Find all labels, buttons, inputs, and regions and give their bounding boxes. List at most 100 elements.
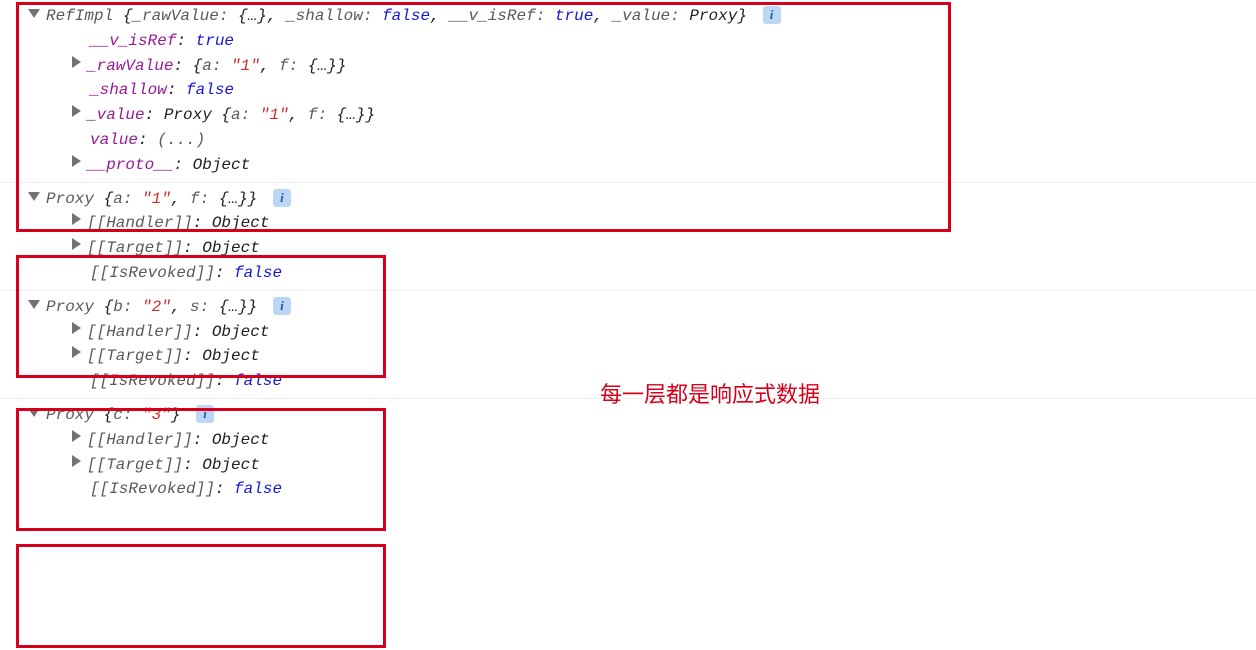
disclosure-triangle-closed-icon[interactable] [72, 238, 81, 250]
annotation-text: 每一层都是响应式数据 [600, 378, 820, 412]
sep: , [171, 187, 190, 212]
preview-value: false [382, 4, 430, 29]
disclosure-triangle-closed-icon[interactable] [72, 455, 81, 467]
object-class-name: RefImpl [46, 4, 123, 29]
value-segment: "1" [260, 103, 289, 128]
property-value: true [196, 29, 234, 54]
value-segment: , [289, 103, 308, 128]
brace: } [248, 187, 258, 212]
value-segment: { [193, 54, 203, 79]
highlight-box [16, 544, 386, 648]
colon: : [176, 29, 195, 54]
property-value: (...) [157, 128, 205, 153]
console-object-proxy: Proxy {a: "1", f: {…}} i[[Handler]]: Obj… [0, 183, 1256, 291]
info-icon[interactable]: i [273, 297, 291, 315]
property-row[interactable]: __proto__: Object [0, 153, 1256, 178]
brace: { [104, 187, 114, 212]
brace: { [104, 403, 114, 428]
property-row[interactable]: [[IsRevoked]]: false [0, 477, 1256, 502]
disclosure-triangle-open-icon[interactable] [28, 9, 40, 18]
object-header[interactable]: RefImpl {_rawValue: {…}, _shallow: false… [0, 4, 1256, 29]
info-icon[interactable]: i [763, 6, 781, 24]
property-row[interactable]: _shallow: false [0, 78, 1256, 103]
disclosure-triangle-open-icon[interactable] [28, 408, 40, 417]
pad [747, 4, 757, 29]
disclosure-triangle-open-icon[interactable] [28, 192, 40, 201]
property-row[interactable]: [[Handler]]: Object [0, 428, 1256, 453]
value-segment: a: [231, 103, 260, 128]
disclosure-triangle-closed-icon[interactable] [72, 322, 81, 334]
disclosure-triangle-closed-icon[interactable] [72, 155, 81, 167]
info-icon[interactable]: i [273, 189, 291, 207]
internal-slot-name: [[IsRevoked]] [90, 369, 215, 394]
console-object-refimpl: RefImpl {_rawValue: {…}, _shallow: false… [0, 0, 1256, 183]
value-segment: "1" [231, 54, 260, 79]
preview-value: {…} [238, 4, 267, 29]
internal-slot-name: [[Handler]] [87, 428, 193, 453]
preview-key: __v_isRef: [449, 4, 555, 29]
preview-key: c: [113, 403, 142, 428]
colon: : [145, 103, 164, 128]
object-header[interactable]: Proxy {b: "2", s: {…}} i [0, 295, 1256, 320]
brace: { [123, 4, 133, 29]
sep: , [267, 4, 286, 29]
preview-value: {…} [219, 295, 248, 320]
disclosure-triangle-open-icon[interactable] [28, 300, 40, 309]
brace: } [248, 295, 258, 320]
property-value: false [234, 261, 282, 286]
info-icon[interactable]: i [196, 405, 214, 423]
preview-key: s: [190, 295, 219, 320]
value-segment: f: [308, 103, 337, 128]
internal-slot-name: [[Handler]] [87, 211, 193, 236]
property-row[interactable]: _rawValue: {a: "1", f: {…}} [0, 54, 1256, 79]
colon: : [138, 128, 157, 153]
property-name: __v_isRef [90, 29, 176, 54]
pad [257, 295, 267, 320]
property-row[interactable]: [[Handler]]: Object [0, 211, 1256, 236]
disclosure-triangle-closed-icon[interactable] [72, 213, 81, 225]
disclosure-triangle-closed-icon[interactable] [72, 430, 81, 442]
property-row[interactable]: value: (...) [0, 128, 1256, 153]
colon: : [183, 236, 202, 261]
value-segment: f: [279, 54, 308, 79]
property-name: __proto__ [87, 153, 173, 178]
property-row[interactable]: _value: Proxy {a: "1", f: {…}} [0, 103, 1256, 128]
colon: : [193, 211, 212, 236]
value-prefix: Proxy [164, 103, 222, 128]
property-value: Object [212, 320, 270, 345]
property-row[interactable]: [[IsRevoked]]: false [0, 261, 1256, 286]
property-row[interactable]: [[Target]]: Object [0, 344, 1256, 369]
object-class-name: Proxy [46, 187, 104, 212]
preview-key: b: [113, 295, 142, 320]
object-class-name: Proxy [46, 295, 104, 320]
property-value: false [234, 477, 282, 502]
colon: : [215, 261, 234, 286]
preview-key: _shallow: [286, 4, 382, 29]
property-row[interactable]: [[Target]]: Object [0, 453, 1256, 478]
property-row[interactable]: [[Target]]: Object [0, 236, 1256, 261]
value-segment: {…} [337, 103, 366, 128]
disclosure-triangle-closed-icon[interactable] [72, 56, 81, 68]
object-header[interactable]: Proxy {a: "1", f: {…}} i [0, 187, 1256, 212]
property-value: Object [202, 344, 260, 369]
property-row[interactable]: __v_isRef: true [0, 29, 1256, 54]
disclosure-triangle-closed-icon[interactable] [72, 105, 81, 117]
disclosure-triangle-closed-icon[interactable] [72, 346, 81, 358]
internal-slot-name: [[Target]] [87, 236, 183, 261]
colon: : [193, 320, 212, 345]
preview-value: true [555, 4, 593, 29]
property-name: _shallow [90, 78, 167, 103]
property-row[interactable]: [[Handler]]: Object [0, 320, 1256, 345]
colon: : [173, 153, 192, 178]
console-output: RefImpl {_rawValue: {…}, _shallow: false… [0, 0, 1256, 506]
property-value: false [186, 78, 234, 103]
console-object-proxy: Proxy {c: "3"} i[[Handler]]: Object[[Tar… [0, 399, 1256, 506]
sep: , [430, 4, 449, 29]
sep: , [171, 295, 190, 320]
value-segment: , [260, 54, 279, 79]
preview-key: f: [190, 187, 219, 212]
brace: } [171, 403, 181, 428]
preview-key: _value: [613, 4, 690, 29]
property-name: value [90, 128, 138, 153]
internal-slot-name: [[Handler]] [87, 320, 193, 345]
